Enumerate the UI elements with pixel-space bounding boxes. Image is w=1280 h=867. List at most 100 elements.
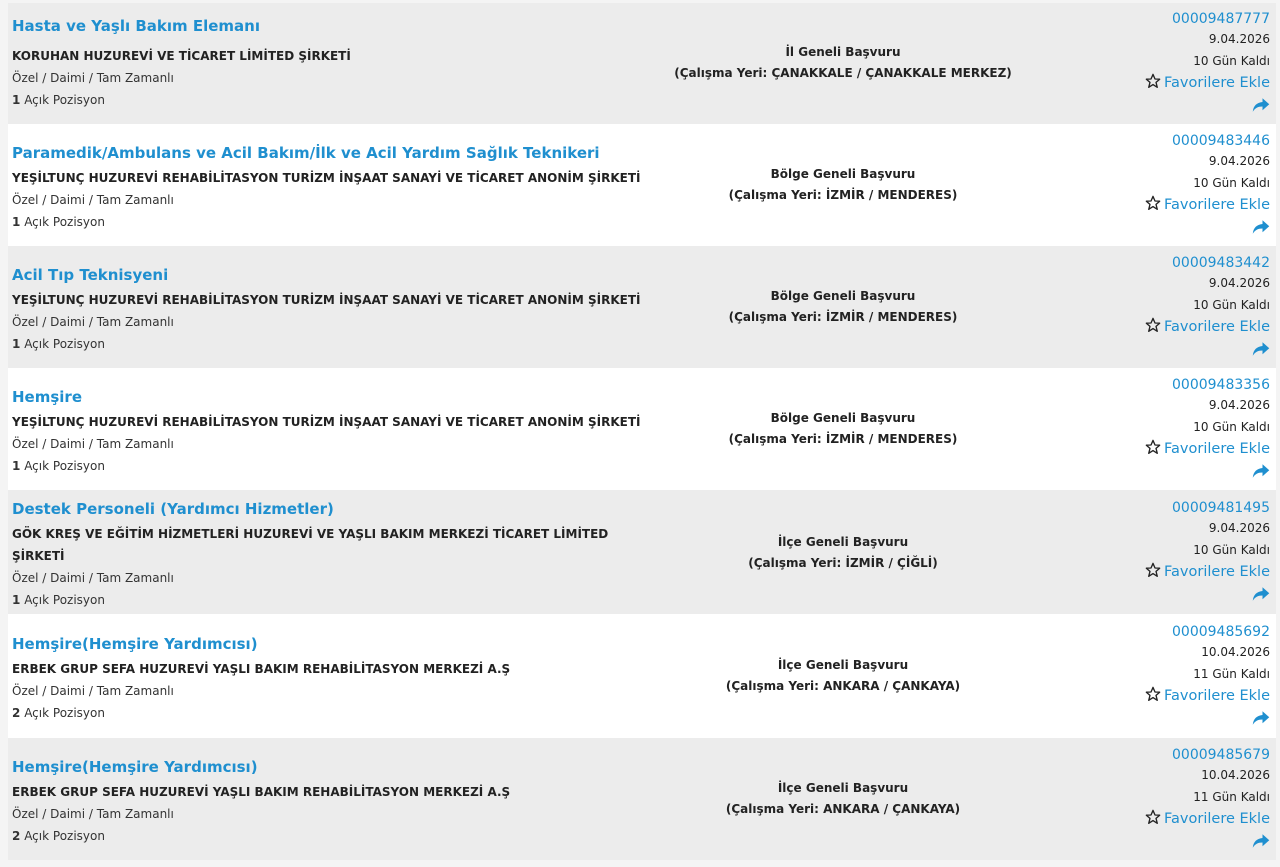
star-outline-icon <box>1145 195 1161 210</box>
open-positions: 1 Açık Pozisyon <box>12 459 105 473</box>
share-arrow-icon <box>1252 220 1270 234</box>
application-scope-block: Bölge Geneli Başvuru (Çalışma Yeri: İZMİ… <box>613 286 1073 328</box>
job-code-link[interactable]: 00009481495 <box>1050 499 1270 517</box>
job-title-link[interactable]: Hemşire(Hemşire Yardımcısı) <box>12 635 258 653</box>
days-left: 10 Gün Kaldı <box>1193 298 1270 312</box>
company-name: ERBEK GRUP SEFA HUZUREVİ YAŞLI BAKIM REH… <box>12 785 511 799</box>
star-outline-icon <box>1145 562 1161 577</box>
star-outline-icon <box>1145 686 1161 701</box>
job-date: 9.04.2026 <box>1208 276 1270 290</box>
open-positions-label: Açık Pozisyon <box>24 93 105 107</box>
share-button[interactable] <box>1050 341 1270 359</box>
open-positions: 1 Açık Pozisyon <box>12 93 105 107</box>
open-positions-label: Açık Pozisyon <box>24 829 105 843</box>
application-scope: İlçe Geneli Başvuru <box>777 658 909 672</box>
job-side-info: 00009483442 9.04.2026 10 Gün Kaldı Favor… <box>1050 254 1270 359</box>
share-arrow-icon <box>1252 587 1270 601</box>
application-scope-block: İl Geneli Başvuru (Çalışma Yeri: ÇANAKKA… <box>613 42 1073 84</box>
open-positions-label: Açık Pozisyon <box>24 706 105 720</box>
share-button[interactable] <box>1050 97 1270 115</box>
share-arrow-icon <box>1252 711 1270 725</box>
job-title-link[interactable]: Hemşire <box>12 388 82 406</box>
job-type: Özel / Daimi / Tam Zamanlı <box>12 437 174 451</box>
add-favorite-label: Favorilere Ekle <box>1164 811 1270 827</box>
days-left: 10 Gün Kaldı <box>1193 54 1270 68</box>
star-outline-icon <box>1145 73 1161 88</box>
add-favorite-button[interactable]: Favorilere Ekle <box>1050 685 1270 707</box>
days-left: 11 Gün Kaldı <box>1193 667 1270 681</box>
application-scope: Bölge Geneli Başvuru <box>770 411 916 425</box>
job-date: 9.04.2026 <box>1208 521 1270 535</box>
open-positions: 2 Açık Pozisyon <box>12 706 105 720</box>
application-scope: Bölge Geneli Başvuru <box>770 289 916 303</box>
open-positions-count: 1 <box>12 215 21 229</box>
share-arrow-icon <box>1252 464 1270 478</box>
company-name: KORUHAN HUZUREVİ VE TİCARET LİMİTED ŞİRK… <box>12 49 351 63</box>
job-code-link[interactable]: 00009485692 <box>1050 623 1270 641</box>
share-arrow-icon <box>1252 834 1270 848</box>
job-side-info: 00009485679 10.04.2026 11 Gün Kaldı Favo… <box>1050 746 1270 851</box>
job-type: Özel / Daimi / Tam Zamanlı <box>12 71 174 85</box>
application-scope-block: İlçe Geneli Başvuru (Çalışma Yeri: ANKAR… <box>613 655 1073 697</box>
add-favorite-button[interactable]: Favorilere Ekle <box>1050 561 1270 583</box>
open-positions-label: Açık Pozisyon <box>24 459 105 473</box>
add-favorite-label: Favorilere Ekle <box>1164 75 1270 91</box>
job-title-link[interactable]: Hemşire(Hemşire Yardımcısı) <box>12 758 258 776</box>
job-row: Hemşire(Hemşire Yardımcısı) ERBEK GRUP S… <box>8 738 1276 860</box>
company-name: YEŞİLTUNÇ HUZUREVİ REHABİLİTASYON TURİZM… <box>12 293 641 307</box>
job-title-link[interactable]: Acil Tıp Teknisyeni <box>12 266 168 284</box>
work-location: (Çalışma Yeri: İZMİR / ÇİĞLİ) <box>748 556 938 570</box>
job-title-link[interactable]: Destek Personeli (Yardımcı Hizmetler) <box>12 500 334 518</box>
company-name: YEŞİLTUNÇ HUZUREVİ REHABİLİTASYON TURİZM… <box>12 171 641 185</box>
add-favorite-button[interactable]: Favorilere Ekle <box>1050 194 1270 216</box>
work-location: (Çalışma Yeri: ÇANAKKALE / ÇANAKKALE MER… <box>674 66 1012 80</box>
open-positions-label: Açık Pozisyon <box>24 593 105 607</box>
job-date: 9.04.2026 <box>1208 398 1270 412</box>
share-button[interactable] <box>1050 463 1270 481</box>
company-name: GÖK KREŞ VE EĞİTİM HİZMETLERİ HUZUREVİ V… <box>12 527 609 563</box>
job-side-info: 00009481495 9.04.2026 10 Gün Kaldı Favor… <box>1050 499 1270 604</box>
add-favorite-button[interactable]: Favorilere Ekle <box>1050 316 1270 338</box>
share-button[interactable] <box>1050 219 1270 237</box>
job-title-link[interactable]: Paramedik/Ambulans ve Acil Bakım/İlk ve … <box>12 144 600 162</box>
days-left: 10 Gün Kaldı <box>1193 420 1270 434</box>
add-favorite-button[interactable]: Favorilere Ekle <box>1050 72 1270 94</box>
job-date: 9.04.2026 <box>1208 32 1270 46</box>
open-positions: 2 Açık Pozisyon <box>12 829 105 843</box>
job-row: Hemşire(Hemşire Yardımcısı) ERBEK GRUP S… <box>8 614 1276 738</box>
job-code-link[interactable]: 00009487777 <box>1050 10 1270 28</box>
add-favorite-label: Favorilere Ekle <box>1164 197 1270 213</box>
application-scope: Bölge Geneli Başvuru <box>770 167 916 181</box>
add-favorite-label: Favorilere Ekle <box>1164 441 1270 457</box>
add-favorite-button[interactable]: Favorilere Ekle <box>1050 438 1270 460</box>
share-button[interactable] <box>1050 710 1270 728</box>
work-location: (Çalışma Yeri: İZMİR / MENDERES) <box>728 310 958 324</box>
job-type: Özel / Daimi / Tam Zamanlı <box>12 684 174 698</box>
job-date: 10.04.2026 <box>1201 645 1270 659</box>
job-row: Hemşire YEŞİLTUNÇ HUZUREVİ REHABİLİTASYO… <box>8 368 1276 490</box>
job-type: Özel / Daimi / Tam Zamanlı <box>12 571 174 585</box>
share-button[interactable] <box>1050 833 1270 851</box>
open-positions-label: Açık Pozisyon <box>24 337 105 351</box>
application-scope-block: Bölge Geneli Başvuru (Çalışma Yeri: İZMİ… <box>613 164 1073 206</box>
open-positions-label: Açık Pozisyon <box>24 215 105 229</box>
job-row: Acil Tıp Teknisyeni YEŞİLTUNÇ HUZUREVİ R… <box>8 246 1276 368</box>
application-scope-block: İlçe Geneli Başvuru (Çalışma Yeri: İZMİR… <box>613 532 1073 574</box>
work-location: (Çalışma Yeri: ANKARA / ÇANKAYA) <box>725 802 961 816</box>
job-code-link[interactable]: 00009485679 <box>1050 746 1270 764</box>
star-outline-icon <box>1145 317 1161 332</box>
job-row: Paramedik/Ambulans ve Acil Bakım/İlk ve … <box>8 124 1276 246</box>
job-type: Özel / Daimi / Tam Zamanlı <box>12 807 174 821</box>
job-side-info: 00009483356 9.04.2026 10 Gün Kaldı Favor… <box>1050 376 1270 481</box>
share-arrow-icon <box>1252 342 1270 356</box>
job-type: Özel / Daimi / Tam Zamanlı <box>12 315 174 329</box>
job-code-link[interactable]: 00009483356 <box>1050 376 1270 394</box>
job-title-link[interactable]: Hasta ve Yaşlı Bakım Elemanı <box>12 17 260 35</box>
job-listing: Hasta ve Yaşlı Bakım Elemanı KORUHAN HUZ… <box>0 0 1280 867</box>
job-code-link[interactable]: 00009483446 <box>1050 132 1270 150</box>
add-favorite-label: Favorilere Ekle <box>1164 564 1270 580</box>
job-code-link[interactable]: 00009483442 <box>1050 254 1270 272</box>
job-date: 9.04.2026 <box>1208 154 1270 168</box>
share-button[interactable] <box>1050 586 1270 604</box>
add-favorite-button[interactable]: Favorilere Ekle <box>1050 808 1270 830</box>
